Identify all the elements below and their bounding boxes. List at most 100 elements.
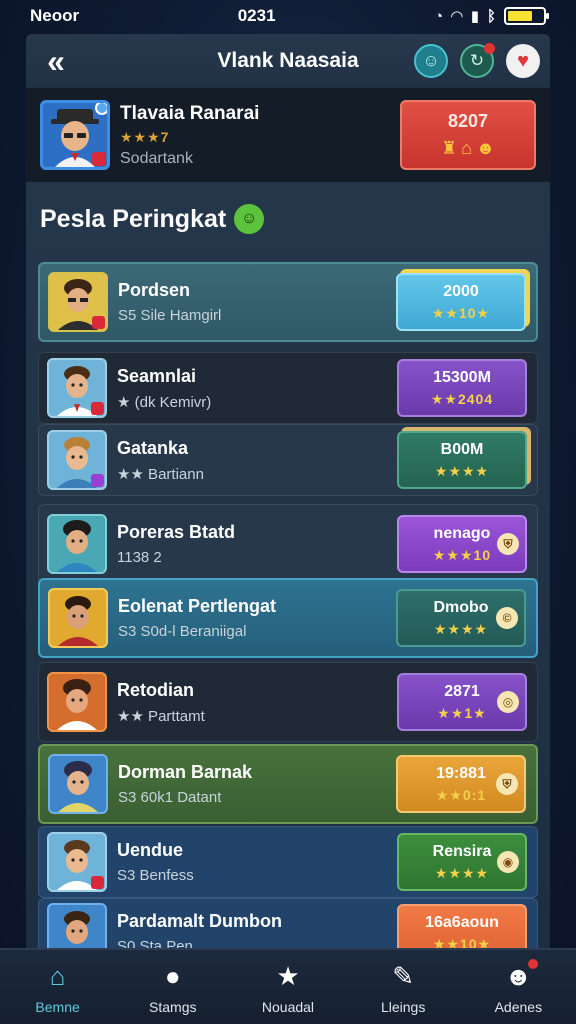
leaderboard-row[interactable]: Eolenat Pertlengat S3 S0d-l Beraniigal D…	[38, 578, 538, 658]
leaderboard-row[interactable]: Pardamalt Dumbon S0 Sta Pen 16a6aoun ★★1…	[38, 898, 538, 950]
notifications-button[interactable]: ↻	[460, 43, 495, 78]
score-box[interactable]: Dmobo ★★★★ ©	[396, 589, 526, 647]
status-icons: ◔ ◠ ▮ ᛒ	[434, 7, 549, 25]
player-name: Retodian	[117, 679, 195, 700]
score-stars: ★★10★	[431, 304, 491, 321]
coin-icon: ◎	[497, 691, 519, 713]
avatar	[47, 514, 107, 574]
leaderboard-row[interactable]: Retodian ★★ Parttamt 2871 ★★1★ ◎	[38, 662, 538, 742]
leaderboard-panel: Pesla Peringkat ☺ Pordsen S5 Sile Hamgir…	[26, 182, 550, 950]
leaderboard-row[interactable]: Uendue S3 Benfess Rensira ★★★★ ◉	[38, 826, 538, 898]
score-value: Rensira	[432, 842, 492, 860]
avatar	[47, 672, 107, 732]
score-box[interactable]: B00M ★★★★	[397, 431, 527, 489]
notification-dot	[484, 43, 495, 54]
player-name: Eolenat Pertlengat	[118, 596, 277, 616]
avatar	[47, 358, 107, 418]
nav-label: Lleings	[380, 999, 426, 1015]
avatar	[48, 272, 108, 332]
ball-icon: ●	[164, 960, 181, 991]
score-rewards: ♜ ⌂ ☻	[441, 138, 495, 159]
wifi-icon: ◠	[451, 8, 463, 25]
star-icon: ★	[276, 960, 300, 991]
back-button[interactable]: «	[34, 39, 78, 83]
chevron-left-icon: «	[47, 42, 65, 79]
nav-item-stats[interactable]: ● Stamgs	[123, 959, 223, 1016]
nav-label: Adenes	[494, 999, 543, 1015]
leaderboard-row[interactable]: Dorman Barnak S3 60k1 Datant 19:881 ★★0:…	[38, 744, 538, 824]
score-value: Dmobo	[433, 598, 489, 616]
score-stars: ★★★★	[434, 864, 490, 881]
emoji-icon: ☻	[476, 138, 495, 158]
nav-label: Nouadal	[261, 999, 315, 1015]
score-value: B00M	[440, 440, 484, 458]
player-subtitle: S3 S0d-l Beraniigal	[118, 623, 247, 640]
score-box[interactable]: 2000 ★★10★	[396, 273, 526, 331]
nav-item-leagues[interactable]: ✎ Lleings	[353, 959, 453, 1016]
trophy-icon: ♜	[441, 138, 458, 158]
player-portrait-icon	[58, 761, 98, 812]
friends-button[interactable]: ☺	[414, 44, 448, 78]
avatar	[47, 430, 107, 490]
coin-icon: ◉	[497, 851, 519, 873]
player-name: Pardamalt Dumbon	[117, 911, 283, 931]
rank-badge-icon	[91, 474, 104, 487]
profile-subtitle: Sodartank	[120, 149, 193, 167]
leaderboard-heading: Pesla Peringkat ☺	[40, 204, 265, 234]
score-box[interactable]: 15300M ★★2404	[397, 359, 527, 417]
puzzle-icon: ✎	[392, 960, 415, 991]
profile-stars: ★★★7	[120, 128, 170, 145]
player-name: Gatanka	[117, 437, 189, 458]
favorites-button[interactable]: ♥	[506, 44, 540, 78]
score-value: nenago	[433, 524, 491, 542]
player-name: Seamnlai	[117, 365, 197, 386]
nav-item-profile[interactable]: ☻ Adenes	[468, 959, 568, 1015]
header-actions: ☺ ↻ ♥	[414, 43, 540, 78]
score-box[interactable]: nenago ★★★10 ⛨	[397, 515, 527, 573]
player-name: Uendue	[117, 840, 184, 860]
status-bar: Neoor 0231 ◔ ◠ ▮ ᛒ	[0, 0, 576, 32]
leaderboard-row[interactable]: Poreras Btatd 1138 2 nenago ★★★10 ⛨	[38, 504, 538, 584]
profile-name: Tlavaia Ranarai	[120, 102, 260, 124]
score-stars: ★★1★	[437, 704, 487, 721]
score-box[interactable]: 2871 ★★1★ ◎	[397, 673, 527, 731]
leaderboard-row[interactable]: Gatanka ★★ Bartiann B00M ★★★★	[38, 424, 538, 496]
rank-badge-icon	[92, 152, 106, 166]
avatar	[40, 100, 110, 170]
avatar	[48, 754, 108, 814]
profile-score: 8207	[447, 111, 489, 131]
chest-icon: ⌂	[461, 138, 473, 158]
smile-icon: ☺	[234, 204, 265, 234]
leaderboard-row[interactable]: Pordsen S5 Sile Hamgirl 2000 ★★10★	[38, 262, 538, 342]
app-header: « Vlank Naasaia ☺ ↻ ♥	[26, 34, 550, 88]
score-box[interactable]: 19:881 ★★0:1 ⛨	[396, 755, 526, 813]
profile-card[interactable]: Tlavaia Ranarai ★★★7 Sodartank 8207 ♜ ⌂ …	[26, 88, 550, 182]
avatar	[47, 832, 107, 892]
avatar	[47, 903, 107, 950]
rank-badge-icon	[91, 876, 104, 889]
player-subtitle: S3 60k1 Datant	[118, 789, 222, 806]
leaderboard-title: Pesla Peringkat	[40, 204, 227, 233]
heart-icon: ♥	[517, 49, 529, 72]
score-value: 19:881	[436, 764, 486, 782]
battery-icon	[504, 7, 549, 25]
score-box[interactable]: Rensira ★★★★ ◉	[397, 833, 527, 891]
shield-icon: ⛨	[497, 533, 519, 555]
player-name: Poreras Btatd	[117, 522, 236, 542]
nav-item-home[interactable]: ⌂ Bemne	[8, 959, 108, 1016]
rank-badge-icon	[91, 402, 104, 415]
player-name: Dorman Barnak	[118, 762, 253, 782]
score-value: 15300M	[433, 368, 491, 386]
nav-label: Stamgs	[149, 999, 197, 1015]
clock: 0231	[237, 6, 276, 25]
profile-score-box[interactable]: 8207 ♜ ⌂ ☻	[400, 100, 536, 170]
score-stars: ★★★10	[432, 546, 492, 563]
nav-item-rewards[interactable]: ★ Nouadal	[238, 959, 338, 1016]
alarm-icon: ◔	[434, 7, 444, 25]
score-box[interactable]: 16a6aoun ★★10★	[397, 904, 527, 950]
player-portrait-icon	[58, 596, 98, 646]
leaderboard-row[interactable]: Seamnlai ★ (dk Kemivr) 15300M ★★2404	[38, 352, 538, 424]
score-value: 2871	[444, 682, 480, 700]
signal-icon: ▮	[470, 8, 479, 25]
friends-icon: ☺	[422, 51, 440, 70]
